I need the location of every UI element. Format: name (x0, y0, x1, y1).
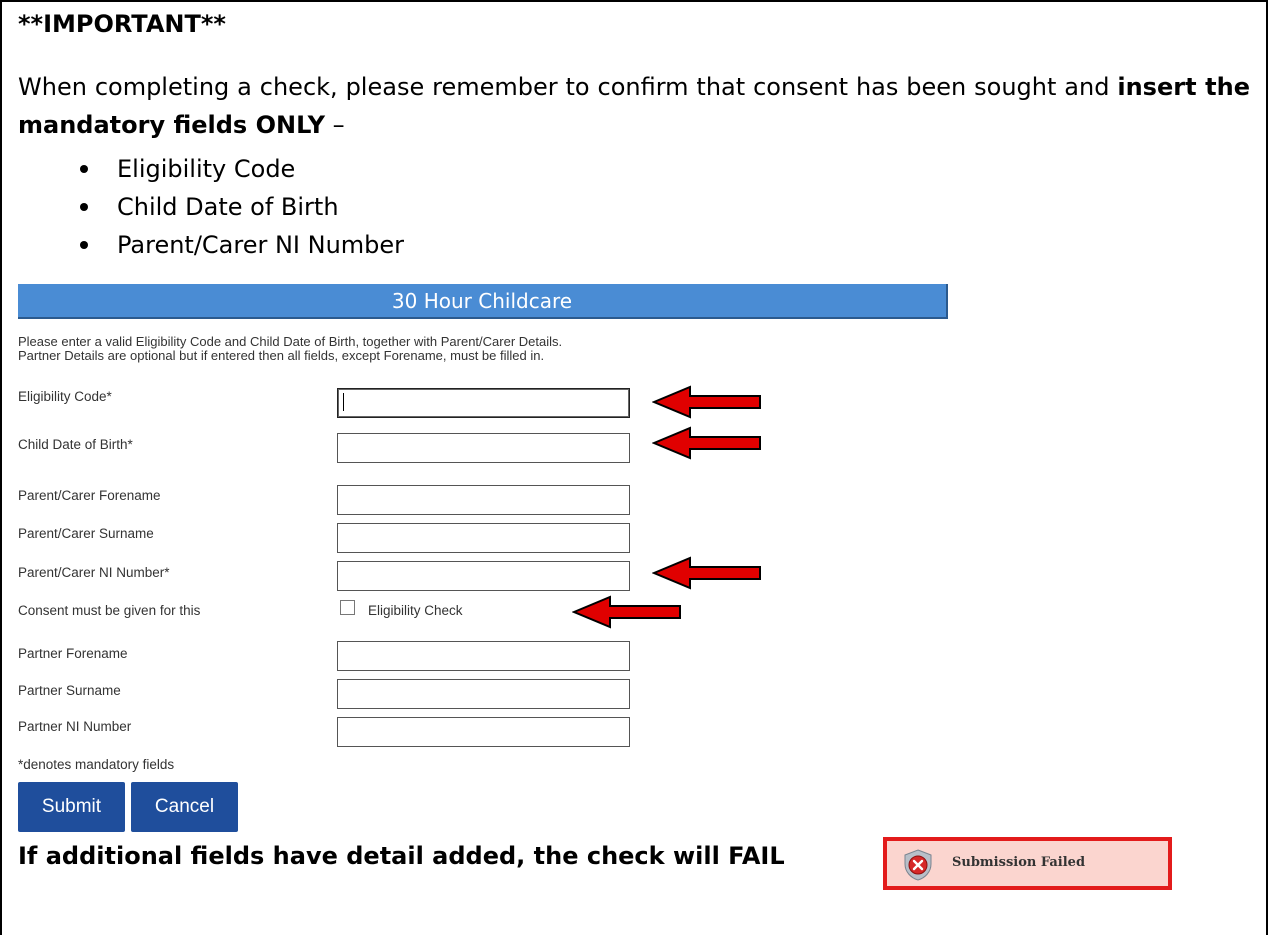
important-heading: **IMPORTANT** (18, 10, 226, 38)
form-instructions: Please enter a valid Eligibility Code an… (18, 335, 562, 363)
partner-forename-input[interactable] (337, 641, 630, 671)
eligibility-code-label: Eligibility Code* (18, 389, 112, 404)
partner-surname-input[interactable] (337, 679, 630, 709)
consent-label: Consent must be given for this (18, 603, 201, 618)
arrow-left-icon (652, 426, 761, 460)
toast-text: Submission Failed (952, 855, 1086, 870)
intro-tail: – (325, 111, 345, 139)
mandatory-fields-list: Eligibility Code Child Date of Birth Par… (0, 150, 404, 264)
partner-surname-label: Partner Surname (18, 683, 121, 698)
intro-text: When completing a check, please remember… (18, 73, 1118, 101)
text-caret (343, 393, 344, 411)
error-shield-icon (904, 849, 932, 881)
consent-checkbox-label[interactable]: Eligibility Check (368, 603, 463, 618)
list-item: Parent/Carer NI Number (0, 226, 404, 264)
child-dob-label: Child Date of Birth* (18, 437, 133, 452)
parent-surname-label: Parent/Carer Surname (18, 526, 154, 541)
arrow-left-icon (572, 595, 681, 629)
eligibility-code-input[interactable] (337, 388, 630, 418)
list-item: Child Date of Birth (0, 188, 404, 226)
partner-ni-input[interactable] (337, 717, 630, 747)
parent-surname-input[interactable] (337, 523, 630, 553)
arrow-left-icon (652, 385, 761, 419)
mandatory-note: *denotes mandatory fields (18, 757, 175, 772)
parent-ni-input[interactable] (337, 561, 630, 591)
fail-warning: If additional fields have detail added, … (18, 842, 785, 870)
parent-forename-input[interactable] (337, 485, 630, 515)
arrow-left-icon (652, 556, 761, 590)
intro-paragraph: When completing a check, please remember… (18, 68, 1250, 144)
child-dob-input[interactable] (337, 433, 630, 463)
partner-ni-label: Partner NI Number (18, 719, 132, 734)
partner-forename-label: Partner Forename (18, 646, 128, 661)
instructions-line-2: Partner Details are optional but if ente… (18, 348, 545, 363)
form-title-banner: 30 Hour Childcare (18, 284, 948, 319)
submission-failed-toast: Submission Failed (883, 837, 1172, 890)
parent-forename-label: Parent/Carer Forename (18, 488, 161, 503)
list-item: Eligibility Code (0, 150, 404, 188)
instructions-line-1: Please enter a valid Eligibility Code an… (18, 334, 563, 349)
parent-ni-label: Parent/Carer NI Number* (18, 565, 170, 580)
cancel-button[interactable]: Cancel (131, 782, 238, 832)
submit-button[interactable]: Submit (18, 782, 125, 832)
consent-checkbox[interactable] (340, 600, 355, 615)
